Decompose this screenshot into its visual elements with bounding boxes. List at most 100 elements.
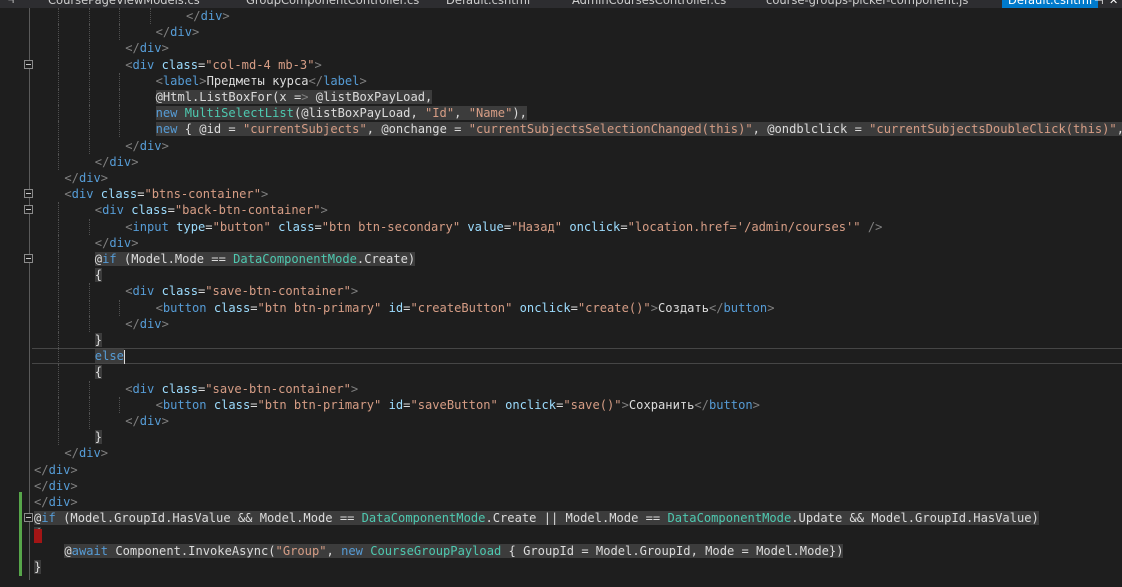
indent-guide (88, 89, 90, 105)
code-line[interactable]: @await Component.InvokeAsync("Group", ne… (0, 543, 1122, 559)
code-line[interactable]: } (0, 332, 1122, 348)
code-text: @await Component.InvokeAsync("Group", ne… (64, 543, 844, 558)
code-text: else (94, 349, 125, 364)
code-text: <div class="col-md-4 mb-3"> (125, 57, 322, 72)
code-line[interactable]: <div class="col-md-4 mb-3"> (0, 56, 1122, 73)
indent-guide (58, 56, 60, 73)
code-text: } (94, 430, 103, 445)
indent-guide (58, 121, 60, 138)
code-line[interactable]: new MultiSelectList(@listBoxPayLoad, "Id… (0, 105, 1122, 122)
code-line[interactable]: </div> (0, 494, 1122, 510)
indent-guide (58, 348, 60, 365)
indent-guide (58, 218, 60, 235)
code-line[interactable]: @Html.ListBoxFor(x => @listBoxPayLoad, (0, 89, 1122, 105)
indent-guide (88, 413, 90, 429)
indent-guide (149, 8, 151, 24)
code-line[interactable]: @if (Model.Mode == DataComponentMode.Cre… (0, 251, 1122, 267)
code-line[interactable]: </div> (0, 234, 1122, 251)
code-line[interactable]: <label>Предметы курса</label> (0, 72, 1122, 89)
code-text: <label>Предметы курса</label> (155, 73, 367, 88)
code-text: @if (Model.Mode == DataComponentMode.Cre… (94, 252, 416, 266)
indent-guide (119, 105, 121, 122)
code-line[interactable]: @if (Model.GroupId.HasValue && Model.Mod… (0, 510, 1122, 526)
collapse-icon[interactable] (24, 205, 33, 215)
code-line[interactable]: </div> (0, 170, 1122, 186)
code-text: </div> (125, 414, 169, 428)
code-line[interactable]: } (0, 559, 1122, 575)
code-text: <div class="save-btn-container"> (125, 381, 359, 396)
code-line[interactable]: </div> (0, 24, 1122, 41)
indent-guide (88, 299, 90, 316)
code-line[interactable]: <div class="back-btn-container"> (0, 202, 1122, 219)
code-line[interactable]: { (0, 364, 1122, 381)
code-text: </div> (125, 316, 169, 331)
code-text: </div> (34, 495, 78, 509)
indent-guide (58, 299, 60, 316)
indent-guide (88, 396, 90, 413)
indent-guide (119, 8, 121, 24)
code-text: <div class="btns-container"> (64, 187, 269, 202)
code-text: { (94, 268, 103, 283)
code-line[interactable]: </div> (0, 153, 1122, 170)
code-line[interactable]: <input type="button" class="btn btn-seco… (0, 218, 1122, 235)
collapse-icon[interactable] (24, 254, 33, 263)
code-line[interactable]: <div class="save-btn-container"> (0, 283, 1122, 300)
indent-guide (58, 24, 60, 41)
code-line[interactable]: </div> (0, 478, 1122, 494)
code-line[interactable]: else (0, 348, 1122, 365)
indent-guide (88, 218, 90, 235)
indent-guide (119, 121, 121, 138)
indent-guide (88, 380, 90, 397)
code-text: </div> (94, 235, 139, 250)
code-text: @if (Model.GroupId.HasValue && Model.Mod… (34, 511, 1039, 526)
code-text: @Html.ListBoxFor(x => @listBoxPayLoad, (155, 90, 433, 104)
code-text: <button class="btn btn-primary" id="save… (155, 397, 760, 412)
code-text: new { @id = "currentSubjects", @onchange… (155, 121, 1122, 137)
code-line[interactable]: <div class="btns-container"> (0, 186, 1122, 202)
code-line[interactable]: </div> (0, 137, 1122, 154)
code-text: </div> (125, 138, 169, 153)
indent-guide (88, 8, 90, 24)
brace-match-marker (34, 529, 42, 543)
code-line[interactable]: </div> (0, 8, 1122, 24)
indent-guide (58, 396, 60, 413)
indent-guide (88, 121, 90, 138)
code-text: } (94, 333, 103, 347)
code-text: </div> (64, 171, 109, 185)
indent-guide (58, 8, 60, 24)
code-line[interactable]: { (0, 267, 1122, 284)
code-line[interactable]: } (0, 429, 1122, 446)
code-text: } (34, 559, 42, 574)
indent-guide (119, 89, 121, 105)
code-line[interactable]: </div> (0, 413, 1122, 429)
indent-guide (58, 89, 60, 105)
collapse-icon[interactable] (24, 513, 33, 523)
indent-guide (58, 40, 60, 57)
code-editor[interactable]: </div> </div> </div> <div class="col-md-4 m… (0, 0, 1122, 587)
indent-guide (88, 105, 90, 122)
indent-guide (58, 315, 60, 332)
code-text: { (94, 365, 103, 380)
code-text: <input type="button" class="btn btn-seco… (125, 219, 883, 234)
code-text: </div> (64, 446, 109, 461)
collapse-icon[interactable] (24, 59, 33, 69)
code-line[interactable]: <button class="btn btn-primary" id="crea… (0, 299, 1122, 316)
code-text: <div class="save-btn-container"> (125, 284, 359, 299)
code-line[interactable]: { (0, 526, 1122, 542)
indent-guide (88, 24, 90, 41)
code-line[interactable]: </div> (0, 462, 1122, 478)
indent-guide (58, 202, 60, 219)
code-line[interactable]: </div> (0, 315, 1122, 332)
code-line[interactable]: new { @id = "currentSubjects", @onchange… (0, 121, 1122, 138)
indent-guide (58, 364, 60, 381)
code-line[interactable]: <button class="btn btn-primary" id="save… (0, 396, 1122, 413)
indent-guide (119, 72, 121, 89)
code-text: new MultiSelectList(@listBoxPayLoad, "Id… (155, 106, 527, 121)
code-line[interactable]: <div class="save-btn-container"> (0, 380, 1122, 397)
indent-guide (58, 429, 60, 446)
collapse-icon[interactable] (24, 189, 33, 199)
code-line[interactable]: </div> (0, 445, 1122, 461)
code-text: </div> (155, 25, 200, 40)
indent-guide (88, 40, 90, 57)
code-line[interactable]: </div> (0, 40, 1122, 57)
